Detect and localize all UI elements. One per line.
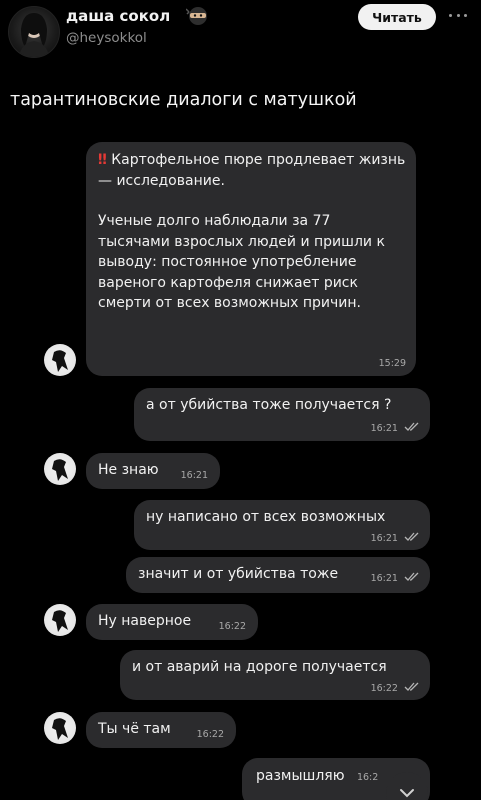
message-text: значит и от убийства тоже — [138, 566, 339, 582]
message-text-body: Ученые долго наблюдали за 77 тысячами вз… — [98, 213, 385, 311]
message-time: 16:22 — [370, 683, 398, 694]
follow-button[interactable]: Читать — [358, 4, 436, 30]
message-text-top: Картофельное пюре продлевает жизнь — исс… — [98, 152, 406, 189]
message-time: 16:21 — [370, 423, 398, 434]
message-text: Ты чё там — [98, 721, 171, 737]
author-display-name[interactable]: даша сокол — [66, 7, 170, 25]
contact-avatar[interactable] — [44, 604, 76, 636]
message-text: а от убийства тоже получается ? — [146, 397, 392, 413]
message-outgoing: а от убийства тоже получается ? 16:21 — [134, 388, 430, 441]
message-time: 16:21 — [370, 533, 398, 544]
post-text: тарантиновские диалоги с матушкой — [10, 90, 357, 110]
message-time-row: 16:21 — [371, 532, 420, 545]
message-time-row: 16:21 — [371, 572, 420, 585]
message-text: размышляю — [256, 768, 345, 784]
contact-avatar[interactable] — [44, 344, 76, 376]
message-text: и от аварий на дороге получается — [132, 659, 387, 675]
read-check-icon — [404, 422, 419, 431]
more-options-icon[interactable] — [449, 14, 467, 18]
message-outgoing: и от аварий на дороге получается 16:22 — [120, 650, 430, 700]
double-exclamation-icon: ‼ — [98, 152, 107, 168]
message-incoming: Ты чё там 16:22 — [86, 712, 236, 748]
message-time: 16:2 — [356, 772, 379, 783]
contact-avatar[interactable] — [44, 712, 76, 744]
message-time: 16:22 — [218, 621, 246, 632]
thread-post: даша сокол @heysokkol Читать тарантиновс… — [0, 0, 481, 800]
message-time: 16:22 — [196, 729, 224, 740]
message-incoming: Не знаю 16:21 — [86, 453, 220, 489]
message-time-row: 16:21 — [371, 422, 420, 435]
message-incoming: ‼ Картофельное пюре продлевает жизнь — и… — [86, 142, 416, 376]
message-time-row: 16:22 — [371, 682, 420, 695]
contact-avatar[interactable] — [44, 453, 76, 485]
message-text: Ну наверное — [98, 613, 192, 629]
message-text: Не знаю — [98, 462, 159, 478]
read-check-icon — [404, 682, 419, 691]
author-avatar[interactable] — [8, 6, 60, 58]
message-text: ну написано от всех возможных — [146, 509, 386, 525]
read-check-icon — [404, 572, 419, 581]
ninja-emoji-icon — [186, 7, 207, 25]
message-time: 15:29 — [378, 358, 406, 369]
message-outgoing: значит и от убийства тоже 16:21 — [126, 557, 430, 593]
message-time: 16:21 — [370, 573, 398, 584]
author-handle[interactable]: @heysokkol — [66, 30, 147, 46]
chevron-down-icon — [400, 789, 414, 798]
message-text: ‼ Картофельное пюре продлевает жизнь — и… — [96, 150, 406, 191]
message-incoming: Ну наверное 16:22 — [86, 604, 258, 640]
read-check-icon — [404, 532, 419, 541]
message-time: 16:21 — [180, 470, 208, 481]
message-outgoing: ну написано от всех возможных 16:21 — [134, 500, 430, 550]
